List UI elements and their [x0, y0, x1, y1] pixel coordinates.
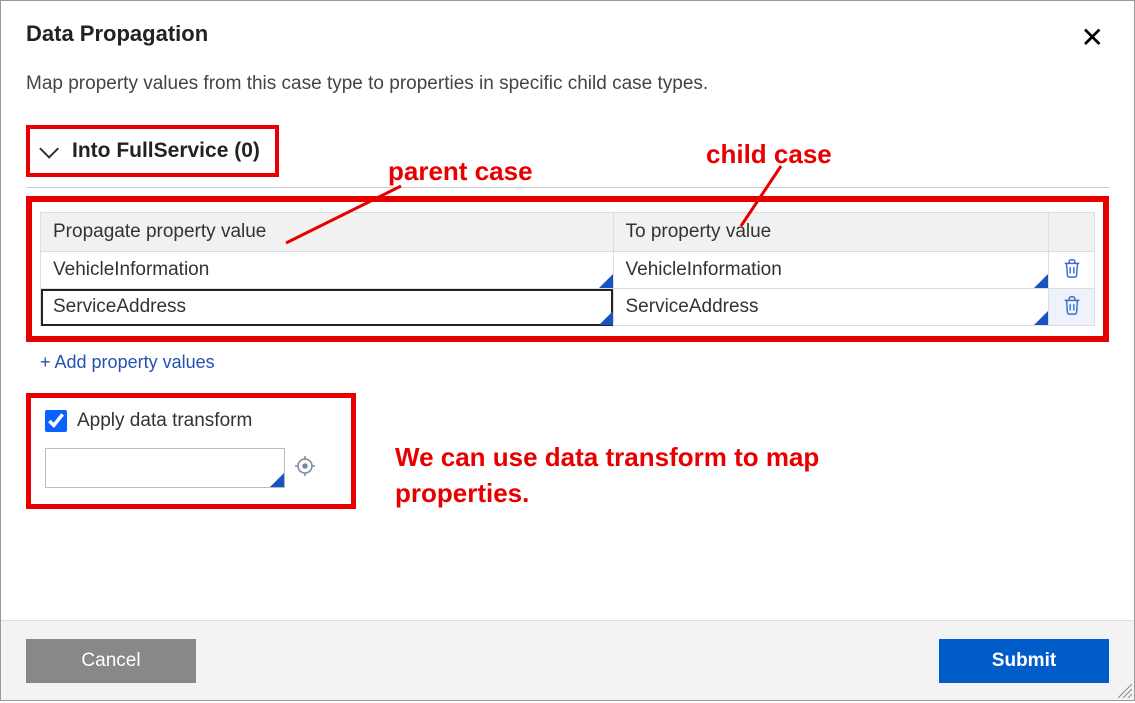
submit-button[interactable]: Submit	[939, 639, 1109, 683]
cancel-button[interactable]: Cancel	[26, 639, 196, 683]
annotation-child-case: child case	[706, 139, 832, 170]
to-property-input[interactable]: VehicleInformation	[613, 252, 1049, 289]
dialog-header: Data Propagation ✕	[26, 21, 1109, 55]
delete-row-button[interactable]	[1049, 289, 1095, 326]
delete-row-button[interactable]	[1049, 252, 1095, 289]
apply-data-transform-row: Apply data transform	[45, 410, 337, 432]
col-header-to: To property value	[613, 213, 1049, 252]
autocomplete-indicator-icon	[599, 311, 613, 325]
autocomplete-indicator-icon	[599, 274, 613, 288]
apply-data-transform-checkbox[interactable]	[45, 410, 67, 432]
divider	[26, 187, 1109, 188]
data-propagation-dialog: Data Propagation ✕ Map property values f…	[1, 1, 1134, 609]
autocomplete-indicator-icon	[1034, 311, 1048, 325]
table-row: VehicleInformation VehicleInformation	[41, 252, 1095, 289]
chevron-down-icon	[39, 139, 59, 159]
trash-icon	[1061, 266, 1083, 283]
annotation-data-transform-note: We can use data transform to map propert…	[395, 439, 905, 512]
dialog-description: Map property values from this case type …	[26, 73, 1109, 95]
data-transform-input[interactable]	[45, 448, 285, 488]
from-property-input[interactable]: VehicleInformation	[41, 252, 614, 289]
crosshair-icon[interactable]	[293, 454, 317, 483]
data-transform-input-row	[45, 448, 337, 488]
resize-grip-icon[interactable]	[1118, 684, 1132, 698]
autocomplete-indicator-icon	[1034, 274, 1048, 288]
dialog-title: Data Propagation	[26, 21, 208, 47]
autocomplete-indicator-icon	[270, 473, 284, 487]
col-header-actions	[1049, 213, 1095, 252]
section-toggle-label: Into FullService (0)	[72, 139, 260, 163]
from-property-input[interactable]: ServiceAddress	[41, 289, 614, 326]
property-mapping-table-wrap: Propagate property value To property val…	[26, 196, 1109, 342]
annotation-parent-case: parent case	[388, 156, 533, 187]
close-icon[interactable]: ✕	[1076, 21, 1109, 55]
table-row: ServiceAddress ServiceAddress	[41, 289, 1095, 326]
apply-data-transform-label: Apply data transform	[77, 410, 252, 432]
property-mapping-table: Propagate property value To property val…	[40, 212, 1095, 326]
section-toggle-fullservice[interactable]: Into FullService (0)	[26, 125, 279, 177]
to-property-input[interactable]: ServiceAddress	[613, 289, 1049, 326]
trash-icon	[1061, 303, 1083, 320]
dialog-footer: Cancel Submit	[1, 620, 1134, 700]
add-property-values-link[interactable]: + Add property values	[40, 352, 215, 373]
apply-data-transform-section: Apply data transform	[26, 393, 356, 509]
col-header-propagate: Propagate property value	[41, 213, 614, 252]
